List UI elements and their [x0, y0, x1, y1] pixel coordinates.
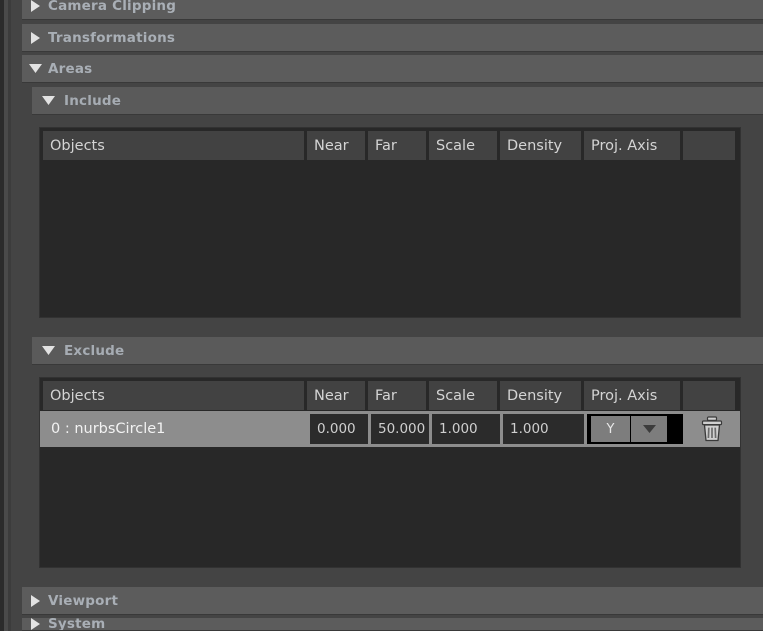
exclude-table-body[interactable]: 0 : nurbsCircle1 0.000 50.000 1.000 1.00…: [40, 411, 740, 447]
triangle-down-icon: [32, 96, 64, 105]
column-header-far[interactable]: Far: [368, 131, 426, 160]
column-header-objects[interactable]: Objects: [43, 131, 304, 160]
triangle-right-icon: [22, 31, 48, 44]
field-near[interactable]: 0.000: [310, 414, 368, 444]
column-header-density[interactable]: Density: [500, 381, 581, 410]
field-scale[interactable]: 1.000: [432, 414, 500, 444]
triangle-right-icon: [22, 594, 48, 607]
proj-axis-value: Y: [591, 416, 631, 442]
section-header-transformations[interactable]: Transformations: [22, 24, 763, 52]
table-row[interactable]: 0 : nurbsCircle1 0.000 50.000 1.000 1.00…: [40, 411, 740, 447]
triangle-down-icon: [32, 346, 64, 355]
column-header-near[interactable]: Near: [307, 131, 365, 160]
column-header-proj-axis[interactable]: Proj. Axis: [584, 381, 680, 410]
column-header-far[interactable]: Far: [368, 381, 426, 410]
section-header-areas[interactable]: Areas: [22, 55, 763, 83]
column-header-scale[interactable]: Scale: [429, 381, 497, 410]
column-header-objects[interactable]: Objects: [43, 381, 304, 410]
chevron-down-icon: [631, 416, 667, 442]
triangle-right-icon: [22, 0, 48, 12]
include-table-header-row: Objects Near Far Scale Density Proj. Axi…: [40, 128, 740, 161]
cell-proj-axis: Y: [587, 414, 683, 444]
exclude-table-header-row: Objects Near Far Scale Density Proj. Axi…: [40, 378, 740, 411]
section-label-areas: Areas: [48, 60, 93, 77]
proj-axis-dropdown[interactable]: Y: [591, 416, 667, 442]
include-table: Objects Near Far Scale Density Proj. Axi…: [39, 127, 741, 318]
section-header-viewport[interactable]: Viewport: [22, 587, 763, 615]
section-header-system[interactable]: System: [22, 618, 763, 631]
field-density[interactable]: 1.000: [503, 414, 584, 444]
properties-panel: Camera Clipping Transformations Areas In…: [0, 0, 763, 631]
section-label-exclude: Exclude: [64, 342, 125, 359]
triangle-down-icon: [22, 64, 48, 73]
section-label-camera-clipping: Camera Clipping: [48, 0, 177, 14]
column-header-proj-axis[interactable]: Proj. Axis: [584, 131, 680, 160]
section-label-transformations: Transformations: [48, 29, 176, 46]
panel-content: Camera Clipping Transformations Areas In…: [11, 0, 763, 631]
column-header-density[interactable]: Density: [500, 131, 581, 160]
section-header-include[interactable]: Include: [32, 87, 763, 115]
triangle-right-icon: [22, 618, 48, 630]
column-header-actions: [683, 381, 735, 410]
section-header-camera-clipping[interactable]: Camera Clipping: [22, 0, 763, 20]
section-label-viewport: Viewport: [48, 592, 119, 609]
section-label-system: System: [48, 618, 106, 631]
column-header-scale[interactable]: Scale: [429, 131, 497, 160]
field-far[interactable]: 50.000: [371, 414, 429, 444]
exclude-table: Objects Near Far Scale Density Proj. Axi…: [39, 377, 741, 568]
cell-delete: [686, 414, 738, 444]
cell-object-name[interactable]: 0 : nurbsCircle1: [43, 414, 307, 444]
section-label-include: Include: [64, 92, 122, 109]
column-header-near[interactable]: Near: [307, 381, 365, 410]
section-header-exclude[interactable]: Exclude: [32, 337, 763, 365]
column-header-actions: [683, 131, 735, 160]
trash-icon[interactable]: [699, 415, 725, 443]
